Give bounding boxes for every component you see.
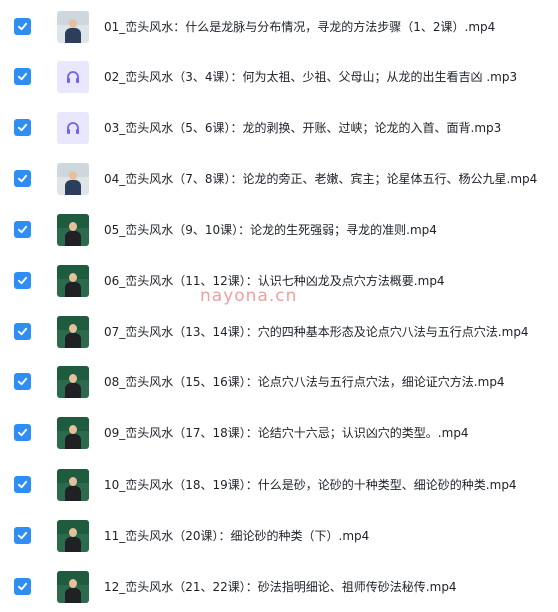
file-name: 12_峦头风水（21、22课）：砂法指明细论、祖师传砂法秘传.mp4 [104, 580, 457, 594]
file-row[interactable]: 08_峦头风水（15、16课）：论点穴八法与五行点穴法，细论证穴方法.mp4 [0, 357, 558, 407]
file-row[interactable]: 11_峦头风水（20课）：细论砂的种类（下）.mp4 [0, 511, 558, 561]
file-name: 05_峦头风水（9、10课）：论龙的生死强弱；寻龙的准则.mp4 [104, 223, 437, 237]
check-icon [17, 22, 28, 31]
file-row[interactable]: 05_峦头风水（9、10课）：论龙的生死强弱；寻龙的准则.mp4 [0, 205, 558, 255]
file-name: 04_峦头风水（7、8课）：论龙的旁正、老嫩、宾主；论星体五行、杨公九星.mp4 [104, 172, 538, 186]
file-checkbox[interactable] [14, 476, 31, 493]
file-checkbox[interactable] [14, 373, 31, 390]
file-checkbox[interactable] [14, 68, 31, 85]
file-checkbox[interactable] [14, 221, 31, 238]
file-row[interactable]: 03_峦头风水（5、6课）：龙的剥换、开账、过峡；论龙的入首、面背.mp3 [0, 103, 558, 153]
video-thumbnail [57, 214, 89, 246]
audio-file-icon [57, 61, 89, 93]
file-name: 08_峦头风水（15、16课）：论点穴八法与五行点穴法，细论证穴方法.mp4 [104, 375, 505, 389]
file-name: 11_峦头风水（20课）：细论砂的种类（下）.mp4 [104, 529, 370, 543]
file-row[interactable]: 07_峦头风水（13、14课）：穴的四种基本形态及论点穴八法与五行点穴法.mp4 [0, 307, 558, 357]
video-thumbnail [57, 316, 89, 348]
file-name: 10_峦头风水（18、19课）：什么是砂，论砂的十种类型、细论砂的种类.mp4 [104, 478, 517, 492]
file-row[interactable]: 09_峦头风水（17、18课）：论结穴十六忌；认识凶穴的类型。.mp4 [0, 408, 558, 458]
video-thumbnail [57, 366, 89, 398]
file-checkbox[interactable] [14, 323, 31, 340]
file-row[interactable]: 10_峦头风水（18、19课）：什么是砂，论砂的十种类型、细论砂的种类.mp4 [0, 460, 558, 510]
check-icon [17, 531, 28, 540]
audio-file-icon [57, 112, 89, 144]
file-checkbox[interactable] [14, 424, 31, 441]
check-icon [17, 123, 28, 132]
video-thumbnail [57, 265, 89, 297]
file-name: 07_峦头风水（13、14课）：穴的四种基本形态及论点穴八法与五行点穴法.mp4 [104, 325, 529, 339]
file-name: 02_峦头风水（3、4课）：何为太祖、少祖、父母山；从龙的出生看吉凶 .mp3 [104, 70, 518, 84]
video-thumbnail [57, 469, 89, 501]
file-row[interactable]: 04_峦头风水（7、8课）：论龙的旁正、老嫩、宾主；论星体五行、杨公九星.mp4 [0, 154, 558, 204]
file-checkbox[interactable] [14, 170, 31, 187]
check-icon [17, 582, 28, 591]
check-icon [17, 72, 28, 81]
file-checkbox[interactable] [14, 18, 31, 35]
check-icon [17, 377, 28, 386]
check-icon [17, 428, 28, 437]
file-name: 01_峦头风水：什么是龙脉与分布情况，寻龙的方法步骤（1、2课）.mp4 [104, 20, 496, 34]
file-checkbox[interactable] [14, 119, 31, 136]
check-icon [17, 276, 28, 285]
check-icon [17, 480, 28, 489]
video-thumbnail [57, 520, 89, 552]
check-icon [17, 174, 28, 183]
file-checkbox[interactable] [14, 578, 31, 595]
file-checkbox[interactable] [14, 272, 31, 289]
check-icon [17, 327, 28, 336]
video-thumbnail [57, 571, 89, 603]
file-name: 09_峦头风水（17、18课）：论结穴十六忌；认识凶穴的类型。.mp4 [104, 426, 469, 440]
file-checkbox[interactable] [14, 527, 31, 544]
file-row[interactable]: 02_峦头风水（3、4课）：何为太祖、少祖、父母山；从龙的出生看吉凶 .mp3 [0, 52, 558, 102]
video-thumbnail [57, 11, 89, 43]
headphones-icon [67, 71, 79, 83]
file-row[interactable]: 01_峦头风水：什么是龙脉与分布情况，寻龙的方法步骤（1、2课）.mp4 [0, 2, 558, 52]
headphones-icon [67, 122, 79, 134]
video-thumbnail [57, 163, 89, 195]
check-icon [17, 225, 28, 234]
video-thumbnail [57, 417, 89, 449]
file-row[interactable]: 12_峦头风水（21、22课）：砂法指明细论、祖师传砂法秘传.mp4 [0, 562, 558, 612]
file-name: 03_峦头风水（5、6课）：龙的剥换、开账、过峡；论龙的入首、面背.mp3 [104, 121, 502, 135]
watermark: nayona.cn [200, 286, 298, 306]
